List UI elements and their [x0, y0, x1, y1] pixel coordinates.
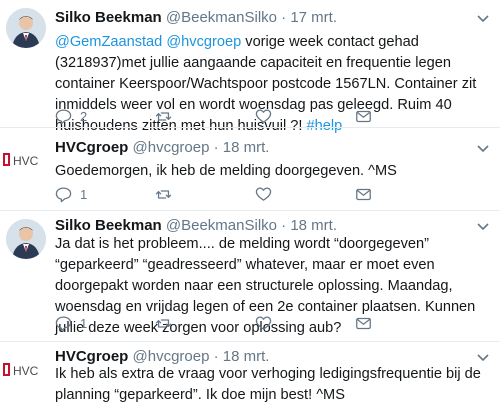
- logo-text: HVC: [13, 154, 39, 168]
- hvc-logo-icon: HVC: [3, 153, 39, 168]
- author-handle[interactable]: @hvcgroep: [133, 139, 210, 156]
- author-handle[interactable]: @BeekmanSilko: [166, 217, 277, 234]
- share-button[interactable]: [355, 108, 372, 125]
- heart-icon: [255, 187, 272, 201]
- message-icon: [356, 110, 371, 123]
- heart-icon: [255, 109, 272, 123]
- reply-icon: [55, 109, 72, 125]
- author-name[interactable]: Silko Beekman: [55, 9, 162, 26]
- heart-icon: [255, 316, 272, 330]
- person-photo-icon: [6, 8, 46, 48]
- tweet-actions: 2: [55, 108, 415, 128]
- tweet-date[interactable]: · 18 mrt.: [214, 348, 270, 365]
- like-button[interactable]: [255, 108, 272, 125]
- logo-text: HVC: [13, 364, 39, 378]
- author-name[interactable]: HVCgroep: [55, 139, 128, 156]
- author-name[interactable]: HVCgroep: [55, 348, 128, 365]
- tweet[interactable]: HVC HVCgroep @hvcgroep · 18 mrt. Goedemo…: [0, 128, 500, 210]
- like-button[interactable]: [255, 186, 272, 203]
- tweet[interactable]: HVC HVCgroep @hvcgroep · 18 mrt. Ik heb …: [0, 342, 500, 403]
- reply-icon: [55, 316, 72, 332]
- retweet-icon: [155, 319, 172, 328]
- tweet-actions: 1: [55, 315, 415, 335]
- tweet-text: Goedemorgen, ik heb de melding doorgegev…: [55, 163, 397, 179]
- chevron-down-icon[interactable]: [476, 12, 490, 26]
- reply-icon: [55, 187, 72, 203]
- mention-link[interactable]: @GemZaanstad: [55, 34, 162, 50]
- chevron-down-icon[interactable]: [476, 142, 490, 156]
- tweet-date[interactable]: · 18 mrt.: [281, 217, 337, 234]
- tweet-actions: 1: [55, 186, 415, 206]
- avatar[interactable]: [6, 219, 46, 259]
- person-photo-icon: [6, 219, 46, 259]
- author-handle[interactable]: @hvcgroep: [133, 348, 210, 365]
- chevron-down-icon[interactable]: [476, 220, 490, 234]
- reply-button[interactable]: 1: [55, 186, 87, 203]
- message-icon: [356, 188, 371, 201]
- retweet-button[interactable]: [155, 315, 172, 332]
- mention-link[interactable]: @hvcgroep: [166, 34, 241, 50]
- author-name[interactable]: Silko Beekman: [55, 217, 162, 234]
- tweet[interactable]: Silko Beekman @BeekmanSilko · 18 mrt. Ja…: [0, 211, 500, 341]
- avatar[interactable]: HVC: [2, 360, 46, 380]
- retweet-button[interactable]: [155, 108, 172, 125]
- share-button[interactable]: [355, 315, 372, 332]
- author-handle[interactable]: @BeekmanSilko: [166, 9, 277, 26]
- reply-button[interactable]: 2: [55, 108, 87, 125]
- message-icon: [356, 317, 371, 330]
- retweet-icon: [155, 190, 172, 199]
- reply-count: 1: [80, 187, 88, 202]
- retweet-icon: [155, 112, 172, 121]
- reply-button[interactable]: 1: [55, 315, 87, 332]
- share-button[interactable]: [355, 186, 372, 203]
- reply-count: 2: [80, 109, 88, 124]
- chevron-down-icon[interactable]: [476, 351, 490, 365]
- hvc-logo-icon: HVC: [3, 363, 39, 378]
- tweet-date[interactable]: · 18 mrt.: [214, 139, 270, 156]
- tweet[interactable]: Silko Beekman @BeekmanSilko · 17 mrt. @G…: [0, 0, 500, 134]
- reply-count: 1: [80, 316, 88, 331]
- avatar[interactable]: [6, 8, 46, 48]
- avatar[interactable]: HVC: [2, 150, 46, 170]
- retweet-button[interactable]: [155, 186, 172, 203]
- tweet-date[interactable]: · 17 mrt.: [281, 9, 337, 26]
- like-button[interactable]: [255, 315, 272, 332]
